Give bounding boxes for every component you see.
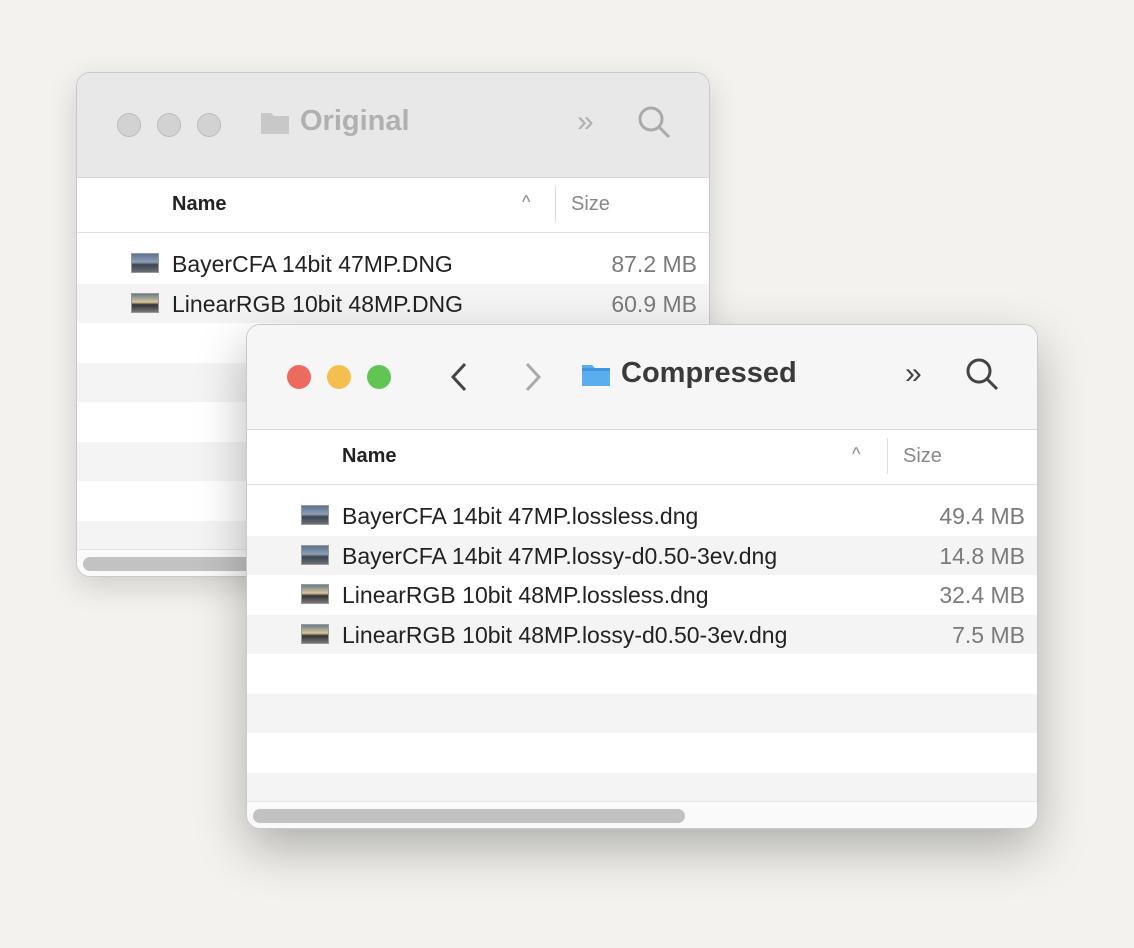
- file-list: BayerCFA 14bit 47MP.lossless.dng 49.4 MB …: [247, 496, 1037, 812]
- back-chevron-icon[interactable]: [449, 361, 469, 393]
- zoom-button[interactable]: [367, 365, 391, 389]
- titlebar[interactable]: Original »: [77, 73, 709, 178]
- finder-window-compressed[interactable]: Compressed » Name ^ Size BayerCFA 14bit …: [246, 324, 1038, 829]
- close-button[interactable]: [117, 113, 141, 137]
- image-file-icon: [301, 584, 329, 604]
- folder-icon: [582, 364, 610, 386]
- image-file-icon: [131, 292, 159, 313]
- size-column-header[interactable]: Size: [571, 193, 610, 216]
- name-column-header[interactable]: Name: [172, 193, 226, 216]
- column-divider[interactable]: [555, 186, 556, 222]
- horizontal-scrollbar[interactable]: [247, 801, 1037, 828]
- column-header: Name ^ Size: [77, 178, 709, 233]
- size-column-header[interactable]: Size: [903, 445, 942, 468]
- file-row[interactable]: BayerCFA 14bit 47MP.DNG 87.2 MB: [77, 244, 709, 284]
- image-file-icon: [131, 253, 159, 273]
- file-row[interactable]: LinearRGB 10bit 48MP.lossless.dng 32.4 MB: [247, 575, 1037, 615]
- file-row[interactable]: BayerCFA 14bit 47MP.lossless.dng 49.4 MB: [247, 496, 1037, 536]
- column-header: Name ^ Size: [247, 430, 1037, 485]
- forward-chevron-icon[interactable]: [523, 361, 543, 393]
- name-column-header[interactable]: Name: [342, 445, 396, 468]
- window-title: Original: [260, 105, 410, 138]
- column-divider[interactable]: [887, 438, 888, 474]
- search-icon[interactable]: [965, 357, 999, 391]
- more-chevron-icon[interactable]: »: [577, 105, 594, 139]
- more-chevron-icon[interactable]: »: [905, 357, 922, 391]
- scrollbar-thumb[interactable]: [253, 809, 685, 823]
- sort-ascending-icon[interactable]: ^: [852, 444, 860, 465]
- image-file-icon: [301, 505, 329, 525]
- search-icon[interactable]: [637, 105, 671, 139]
- minimize-button[interactable]: [157, 113, 181, 137]
- image-file-icon: [301, 544, 329, 565]
- image-file-icon: [301, 623, 329, 644]
- close-button[interactable]: [287, 365, 311, 389]
- zoom-button[interactable]: [197, 113, 221, 137]
- window-title: Compressed: [581, 357, 797, 390]
- sort-ascending-icon[interactable]: ^: [522, 192, 530, 213]
- file-row[interactable]: LinearRGB 10bit 48MP.lossy-d0.50-3ev.dng…: [247, 614, 1037, 654]
- titlebar[interactable]: Compressed »: [247, 325, 1037, 430]
- file-row[interactable]: BayerCFA 14bit 47MP.lossy-d0.50-3ev.dng 1…: [247, 535, 1037, 575]
- file-row[interactable]: LinearRGB 10bit 48MP.DNG 60.9 MB: [77, 283, 709, 323]
- minimize-button[interactable]: [327, 365, 351, 389]
- folder-icon: [261, 112, 289, 134]
